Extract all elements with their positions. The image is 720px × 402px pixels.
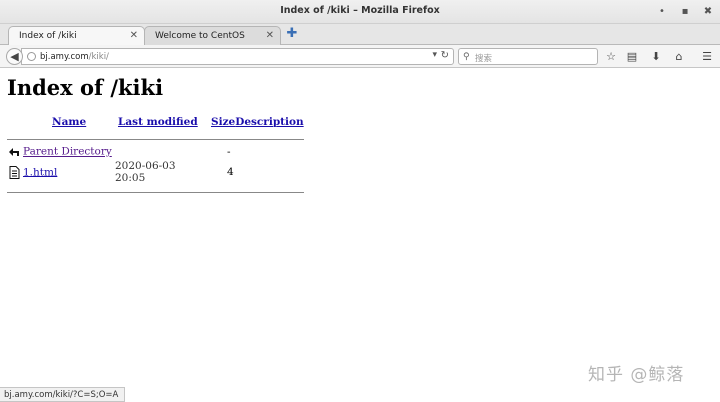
watermark: 知乎 @鲸落 — [588, 365, 685, 385]
column-header-size: Size — [207, 113, 235, 131]
name-cell: Parent Directory — [7, 143, 115, 160]
tab-label: Welcome to CentOS — [155, 31, 245, 41]
history-dropdown-icon[interactable]: ▾ — [432, 50, 437, 60]
bookmark-star-icon[interactable]: ☆ — [603, 49, 619, 65]
close-tab-icon[interactable]: ✕ — [130, 30, 138, 41]
tab-strip: Index of /kiki ✕ Welcome to CentOS ✕ ✚ — [0, 24, 720, 46]
table-row-parent-directory: Parent Directory - — [7, 143, 304, 160]
page-content: Index of /kiki Name Last modified Size D… — [0, 69, 720, 387]
download-icon[interactable]: ⬇ — [648, 49, 664, 65]
tab-label: Index of /kiki — [19, 31, 77, 41]
sort-by-size-link[interactable]: Size — [211, 116, 235, 128]
navigation-toolbar: bj.amy.com/kiki/ ▾ ↻ ◀ ⚲ 搜索 ☆ ▤ ⬇ ⌂ ☰ — [0, 45, 720, 68]
new-tab-button[interactable]: ✚ — [285, 27, 299, 41]
icon-column-header — [7, 113, 24, 131]
column-header-description: Description — [235, 113, 304, 131]
description-cell — [235, 143, 304, 160]
page-title: Index of /kiki — [7, 75, 164, 100]
url-host: bj.amy.com — [40, 52, 89, 62]
file-link-1-html[interactable]: 1.html — [23, 166, 57, 178]
url-bar[interactable]: bj.amy.com/kiki/ ▾ ↻ — [21, 48, 454, 65]
search-input[interactable]: ⚲ 搜索 — [458, 48, 598, 65]
column-header-name: Name — [24, 113, 115, 131]
back-button[interactable]: ◀ — [6, 48, 23, 65]
tab-index-of-kiki[interactable]: Index of /kiki ✕ — [8, 26, 145, 46]
close-window-button[interactable]: ✖ — [701, 5, 715, 19]
window-titlebar: Index of /kiki – Mozilla Firefox • ▪ ✖ — [0, 0, 720, 24]
search-placeholder: 搜索 — [475, 54, 493, 64]
search-icon: ⚲ — [463, 52, 470, 62]
url-path: /kiki/ — [88, 52, 109, 62]
back-icon — [9, 148, 19, 156]
status-bar: bj.amy.com/kiki/?C=S;O=A — [0, 387, 126, 402]
modified-cell — [115, 143, 207, 160]
size-cell: 4 — [227, 166, 234, 178]
reload-icon[interactable]: ↻ — [441, 50, 449, 61]
sort-by-name-link[interactable]: Name — [52, 116, 86, 128]
sort-by-last-modified-link[interactable]: Last modified — [118, 116, 198, 128]
close-tab-icon[interactable]: ✕ — [266, 30, 274, 41]
file-icon — [9, 165, 20, 179]
home-icon[interactable]: ⌂ — [671, 49, 687, 65]
menu-icon[interactable]: ☰ — [699, 49, 715, 65]
size-cell: - — [227, 145, 231, 158]
modified-cell: 2020-06-03 20:05 — [115, 160, 176, 184]
table-divider — [7, 131, 304, 143]
name-cell: 1.html — [7, 160, 115, 184]
maximize-button[interactable]: ▪ — [678, 5, 692, 19]
table-row-file: 1.html 2020-06-03 20:05 4 — [7, 160, 304, 184]
table-divider — [7, 184, 304, 196]
description-cell — [235, 160, 304, 184]
sort-by-description-link[interactable]: Description — [235, 116, 303, 128]
back-arrow-icon: ◀ — [10, 50, 19, 63]
globe-icon — [27, 52, 36, 61]
directory-listing-table: Name Last modified Size Description Pare… — [7, 113, 304, 196]
parent-directory-link[interactable]: Parent Directory — [23, 146, 112, 158]
window-title: Index of /kiki – Mozilla Firefox — [280, 5, 440, 16]
reading-list-icon[interactable]: ▤ — [624, 49, 640, 65]
minimize-button[interactable]: • — [655, 5, 669, 19]
column-header-last-modified: Last modified — [115, 113, 207, 131]
tab-welcome-centos[interactable]: Welcome to CentOS ✕ — [144, 26, 281, 45]
